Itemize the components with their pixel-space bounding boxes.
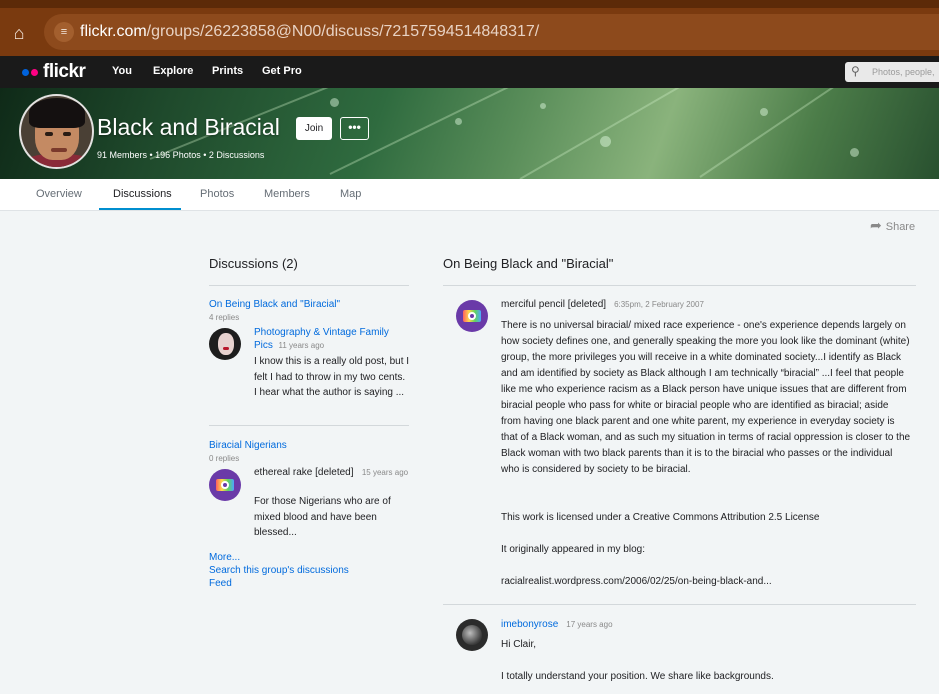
post-time: 6:35pm, 2 February 2007 bbox=[614, 300, 704, 309]
post-paragraph: I totally understand your position. We s… bbox=[501, 671, 774, 682]
site-settings-icon[interactable]: ≡ bbox=[54, 22, 74, 42]
logo-blue-dot bbox=[22, 68, 29, 76]
lens-icon bbox=[468, 312, 476, 320]
url-text[interactable]: flickr.com/groups/26223858@N00/discuss/7… bbox=[80, 23, 539, 41]
thread-link[interactable]: On Being Black and "Biracial" bbox=[209, 299, 340, 310]
url-host: flickr.com bbox=[80, 23, 147, 40]
join-button[interactable]: Join bbox=[296, 117, 332, 140]
tab-members[interactable]: Members bbox=[264, 188, 310, 200]
avatar[interactable] bbox=[209, 328, 241, 360]
avatar[interactable] bbox=[456, 619, 488, 651]
post-body: There is no universal biracial/ mixed ra… bbox=[501, 320, 911, 475]
water-drop bbox=[455, 118, 462, 125]
topic-title: On Being Black and "Biracial" bbox=[443, 256, 614, 271]
water-drop bbox=[600, 136, 611, 147]
more-discussions-link[interactable]: More... bbox=[209, 552, 240, 563]
group-title: Black and Biracial bbox=[97, 114, 280, 140]
avatar-eye bbox=[63, 132, 71, 136]
tab-overview[interactable]: Overview bbox=[36, 188, 82, 200]
search-input[interactable]: ⚲ Photos, people, bbox=[845, 62, 939, 82]
post-time: 11 years ago bbox=[278, 341, 325, 350]
buddy-icon bbox=[456, 300, 488, 332]
nav-get-pro[interactable]: Get Pro bbox=[262, 65, 302, 77]
avatar-lips bbox=[223, 347, 229, 350]
avatar-hair bbox=[29, 98, 85, 128]
water-drop bbox=[330, 98, 339, 107]
home-icon[interactable]: ⌂ bbox=[8, 22, 30, 44]
lens-icon bbox=[221, 481, 229, 489]
reply-count: 0 replies bbox=[209, 454, 240, 463]
post-time: 17 years ago bbox=[566, 620, 613, 629]
post-paragraph: It originally appeared in my blog: bbox=[501, 544, 645, 555]
nav-you[interactable]: You bbox=[112, 65, 132, 77]
post-author[interactable]: imebonyrose bbox=[501, 619, 558, 630]
divider bbox=[209, 285, 409, 286]
share-label: Share bbox=[885, 221, 916, 233]
feed-link[interactable]: Feed bbox=[209, 578, 232, 589]
search-discussions-link[interactable]: Search this group's discussions bbox=[209, 565, 349, 576]
share-button[interactable]: ➦ Share bbox=[870, 217, 915, 234]
avatar-mouth bbox=[51, 148, 67, 152]
active-tab-indicator bbox=[99, 208, 181, 210]
flickr-logo[interactable]: flickr bbox=[22, 61, 86, 82]
discussions-heading: Discussions (2) bbox=[209, 256, 298, 271]
more-options-button[interactable]: ••• bbox=[340, 117, 369, 140]
group-tabs: Overview Discussions Photos Members Map bbox=[0, 179, 939, 211]
address-bar[interactable]: ≡ flickr.com/groups/26223858@N00/discuss… bbox=[44, 14, 939, 50]
thread-excerpt: For those Nigerians who are of mixed blo… bbox=[254, 496, 391, 538]
water-drop bbox=[540, 103, 546, 109]
post-paragraph: This work is licensed under a Creative C… bbox=[501, 512, 820, 523]
thread-poster: ethereal rake [deleted] 15 years ago bbox=[254, 466, 409, 479]
avatar[interactable] bbox=[456, 300, 488, 332]
site-nav: flickr You Explore Prints Get Pro ⚲ Phot… bbox=[0, 56, 939, 88]
post-author-line: merciful pencil [deleted] 6:35pm, 2 Febru… bbox=[501, 299, 704, 310]
post-time: 15 years ago bbox=[361, 468, 409, 477]
thread-poster: Photography & Vintage Family Pics 11 yea… bbox=[254, 326, 409, 352]
tab-map[interactable]: Map bbox=[340, 188, 361, 200]
search-icon: ⚲ bbox=[851, 64, 860, 78]
group-stats: 91 Members • 196 Photos • 2 Discussions bbox=[97, 150, 265, 160]
logo-word: flickr bbox=[43, 61, 86, 82]
tab-photos[interactable]: Photos bbox=[200, 188, 234, 200]
reply-count: 4 replies bbox=[209, 313, 240, 322]
leaf-vein bbox=[699, 88, 939, 178]
avatar[interactable] bbox=[209, 469, 241, 501]
post-author-line: imebonyrose 17 years ago bbox=[501, 619, 613, 630]
leaf-vein bbox=[329, 88, 672, 175]
thread-excerpt: I know this is a really old post, but I … bbox=[254, 356, 410, 398]
group-avatar[interactable] bbox=[19, 94, 94, 169]
thread-link[interactable]: Biracial Nigerians bbox=[209, 440, 287, 451]
share-icon: ➦ bbox=[870, 217, 882, 233]
avatar-face bbox=[218, 333, 234, 355]
tab-discussions[interactable]: Discussions bbox=[113, 188, 172, 200]
nav-prints[interactable]: Prints bbox=[212, 65, 243, 77]
avatar-image bbox=[462, 625, 482, 645]
divider bbox=[209, 425, 409, 426]
divider bbox=[443, 285, 916, 286]
nav-explore[interactable]: Explore bbox=[153, 65, 193, 77]
leaf-vein bbox=[519, 88, 833, 179]
avatar-eye bbox=[45, 132, 53, 136]
blog-link[interactable]: racialrealist.wordpress.com/2006/02/25/o… bbox=[501, 574, 911, 590]
divider bbox=[443, 604, 916, 605]
water-drop bbox=[760, 108, 768, 116]
poster-name[interactable]: ethereal rake [deleted] bbox=[254, 467, 354, 478]
tab-strip bbox=[0, 0, 939, 8]
logo-pink-dot bbox=[31, 68, 38, 76]
buddy-icon bbox=[209, 469, 241, 501]
post-body: Hi Clair, bbox=[501, 639, 537, 650]
browser-toolbar: ⌂ ≡ flickr.com/groups/26223858@N00/discu… bbox=[0, 0, 939, 56]
url-path: /groups/26223858@N00/discuss/72157594514… bbox=[146, 23, 540, 40]
search-placeholder: Photos, people, bbox=[872, 67, 935, 77]
water-drop bbox=[850, 148, 859, 157]
post-author[interactable]: merciful pencil [deleted] bbox=[501, 299, 606, 310]
